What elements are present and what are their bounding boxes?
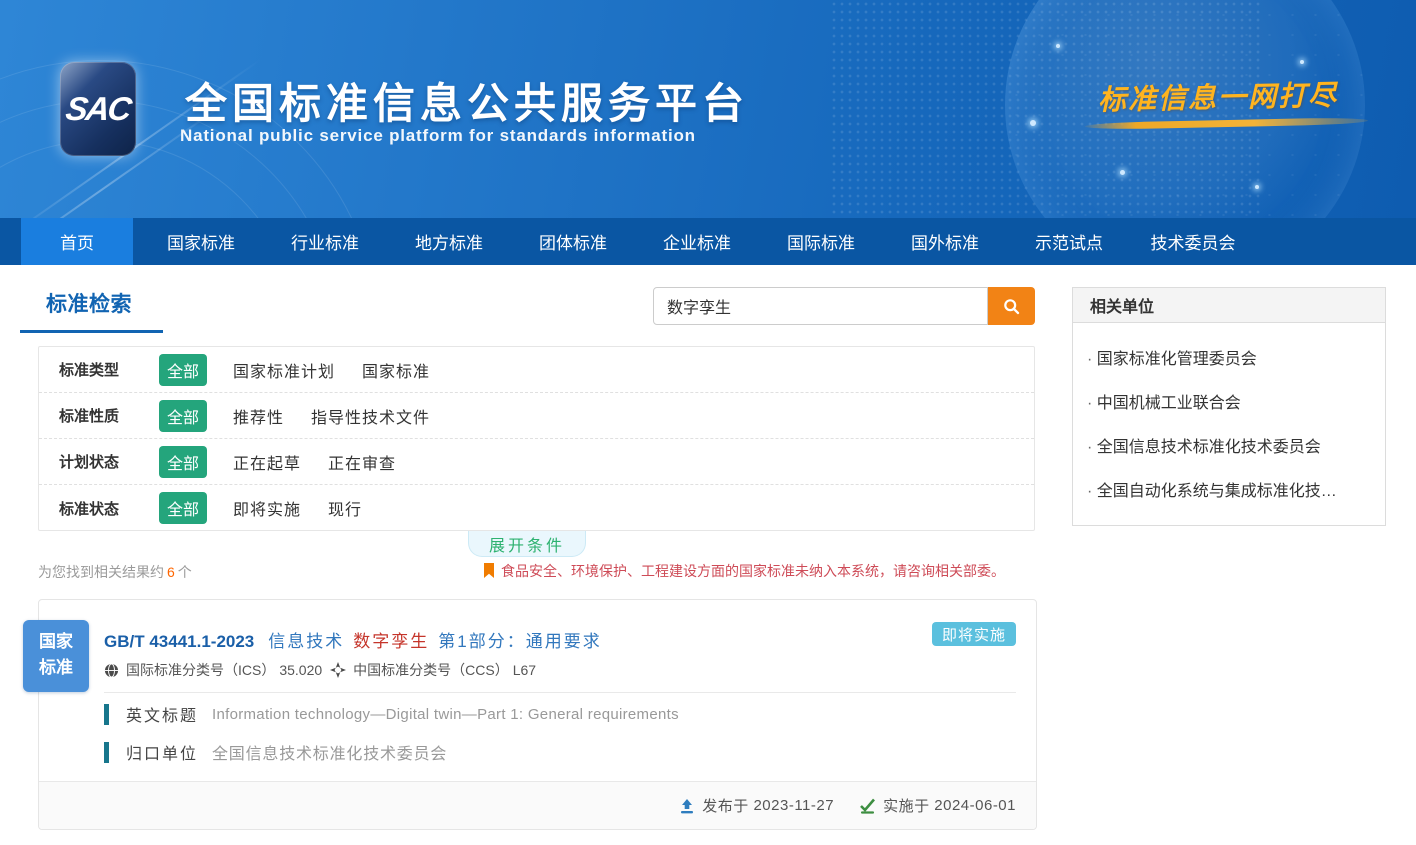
filter-option[interactable]: 国家标准 <box>362 358 430 382</box>
notice-text: 食品安全、环境保护、工程建设方面的国家标准未纳入本系统，请咨询相关部委。 <box>501 561 1005 581</box>
implemented-label: 实施于 <box>883 795 930 816</box>
filter-option[interactable]: 正在起草 <box>233 450 301 474</box>
nav-item-industry-standards[interactable]: 行业标准 <box>269 218 381 265</box>
result-count: 为您找到相关结果约6个 <box>38 562 192 582</box>
filter-row-plan-status: 计划状态 全部 正在起草 正在审查 <box>39 439 1034 485</box>
published-date: 2023-11-27 <box>753 797 834 814</box>
ccs-compass-icon <box>330 662 346 678</box>
spark <box>1120 170 1125 175</box>
filter-label: 计划状态 <box>59 451 159 472</box>
related-unit-item[interactable]: 全国信息技术标准化技术委员会 <box>1073 423 1385 467</box>
nav-item-pilot[interactable]: 示范试点 <box>1013 218 1125 265</box>
notice: 食品安全、环境保护、工程建设方面的国家标准未纳入本系统，请咨询相关部委。 <box>483 561 1005 581</box>
related-units-panel: 相关单位 国家标准化管理委员会 中国机械工业联合会 全国信息技术标准化技术委员会… <box>1072 287 1386 526</box>
card-separator <box>104 692 1016 693</box>
card-row-value: 全国信息技术标准化技术委员会 <box>212 740 447 764</box>
sac-logo[interactable]: SAC <box>60 62 136 156</box>
card-row-label: 英文标题 <box>126 702 212 726</box>
implemented-group: 实施于 2024-06-01 <box>859 795 1016 816</box>
card-row-english-title: 英文标题 Information technology—Digital twin… <box>104 702 679 726</box>
related-units-list: 国家标准化管理委员会 中国机械工业联合会 全国信息技术标准化技术委员会 全国自动… <box>1072 323 1386 526</box>
filter-option[interactable]: 国家标准计划 <box>233 358 335 382</box>
spark <box>1030 120 1036 126</box>
nav-item-enterprise-standards[interactable]: 企业标准 <box>641 218 753 265</box>
related-unit-item[interactable]: 全国自动化系统与集成标准化技… <box>1073 467 1385 511</box>
nav-item-home[interactable]: 首页 <box>21 218 133 265</box>
filter-label: 标准性质 <box>59 405 159 426</box>
filter-option[interactable]: 即将实施 <box>233 496 301 520</box>
search-input[interactable] <box>653 287 988 325</box>
implemented-date: 2024-06-01 <box>934 797 1016 814</box>
result-card: 国家标准 GB/T 43441.1-2023信息技术数字孪生第1部分：通用要求 … <box>38 599 1037 830</box>
bookmark-icon <box>483 563 495 579</box>
spark <box>1300 60 1304 64</box>
result-count-suffix: 个 <box>178 564 192 580</box>
globe-icon <box>104 663 119 678</box>
status-badge: 即将实施 <box>932 622 1016 646</box>
related-unit-item[interactable]: 中国机械工业联合会 <box>1073 379 1385 423</box>
search-button[interactable] <box>988 287 1035 325</box>
type-badge-line2: 标准 <box>23 655 89 681</box>
type-badge-line1: 国家 <box>23 629 89 655</box>
ccs-value: L67 <box>513 662 536 678</box>
ics-value: 35.020 <box>279 662 322 678</box>
standard-type-badge: 国家标准 <box>23 620 89 692</box>
card-row-label: 归口单位 <box>126 740 212 764</box>
nav-item-technical-committee[interactable]: 技术委员会 <box>1137 218 1249 265</box>
nav-item-foreign-standards[interactable]: 国外标准 <box>889 218 1001 265</box>
implement-check-icon <box>859 798 876 814</box>
result-count-prefix: 为您找到相关结果约 <box>38 564 164 580</box>
sac-logo-text: SAC <box>63 90 132 128</box>
filter-row-type: 标准类型 全部 国家标准计划 国家标准 <box>39 347 1034 393</box>
related-unit-item[interactable]: 国家标准化管理委员会 <box>1073 335 1385 379</box>
expand-conditions-button[interactable]: 展开条件 <box>468 531 586 557</box>
standard-title-seg1[interactable]: 信息技术 <box>268 632 344 651</box>
page: SAC 全国标准信息公共服务平台 National public service… <box>0 0 1416 845</box>
filter-option[interactable]: 指导性技术文件 <box>311 404 430 428</box>
ccs-label: 中国标准分类号（CCS） <box>353 660 509 680</box>
standard-title-seg2[interactable]: 第1部分：通用要求 <box>438 632 601 651</box>
banner: SAC 全国标准信息公共服务平台 National public service… <box>0 0 1416 218</box>
filter-row-standard-status: 标准状态 全部 即将实施 现行 <box>39 485 1034 531</box>
result-count-number: 6 <box>164 564 178 580</box>
nav-item-group-standards[interactable]: 团体标准 <box>517 218 629 265</box>
standard-title-highlight[interactable]: 数字孪生 <box>353 632 429 651</box>
card-row-committee: 归口单位 全国信息技术标准化技术委员会 <box>104 740 447 764</box>
filter-label: 标准状态 <box>59 498 159 519</box>
standard-code[interactable]: GB/T 43441.1-2023 <box>104 632 254 651</box>
filter-label: 标准类型 <box>59 359 159 380</box>
standard-title[interactable]: GB/T 43441.1-2023 信息技术数字孪生第1部分：通用要求 <box>104 627 602 652</box>
teal-bar <box>104 704 109 725</box>
card-footer: 发布于 2023-11-27 实施于 2024-06-01 <box>39 781 1036 829</box>
filter-all-badge[interactable]: 全部 <box>159 446 207 478</box>
nav-item-international-standards[interactable]: 国际标准 <box>765 218 877 265</box>
spark <box>1056 44 1060 48</box>
publish-upload-icon <box>679 798 695 814</box>
site-title-cn: 全国标准信息公共服务平台 <box>185 70 749 131</box>
main-nav: 首页 国家标准 行业标准 地方标准 团体标准 企业标准 国际标准 国外标准 示范… <box>0 218 1416 265</box>
ics-label: 国际标准分类号（ICS） <box>126 660 275 680</box>
filter-option[interactable]: 推荐性 <box>233 404 284 428</box>
section-title-standard-search: 标准检索 <box>46 288 132 318</box>
published-label: 发布于 <box>702 795 749 816</box>
filter-option[interactable]: 现行 <box>328 496 362 520</box>
published-group: 发布于 2023-11-27 <box>679 795 834 816</box>
search-icon <box>1003 298 1020 315</box>
spark <box>1255 185 1259 189</box>
filter-all-badge[interactable]: 全部 <box>159 400 207 432</box>
teal-bar <box>104 742 109 763</box>
filter-row-nature: 标准性质 全部 推荐性 指导性技术文件 <box>39 393 1034 439</box>
card-row-value: Information technology—Digital twin—Part… <box>212 706 679 723</box>
card-meta: 国际标准分类号（ICS） 35.020 中国标准分类号（CCS） L67 <box>104 660 536 680</box>
nav-item-local-standards[interactable]: 地方标准 <box>393 218 505 265</box>
related-units-title: 相关单位 <box>1072 287 1386 323</box>
banner-slogan: 标准信息一网打尽 <box>1098 73 1339 118</box>
filter-all-badge[interactable]: 全部 <box>159 354 207 386</box>
filter-box: 标准类型 全部 国家标准计划 国家标准 标准性质 全部 推荐性 指导性技术文件 … <box>38 346 1035 531</box>
nav-item-national-standards[interactable]: 国家标准 <box>145 218 257 265</box>
site-title-en: National public service platform for sta… <box>180 126 696 146</box>
filter-all-badge[interactable]: 全部 <box>159 492 207 524</box>
filter-option[interactable]: 正在审查 <box>328 450 396 474</box>
section-title-underline <box>20 330 163 333</box>
